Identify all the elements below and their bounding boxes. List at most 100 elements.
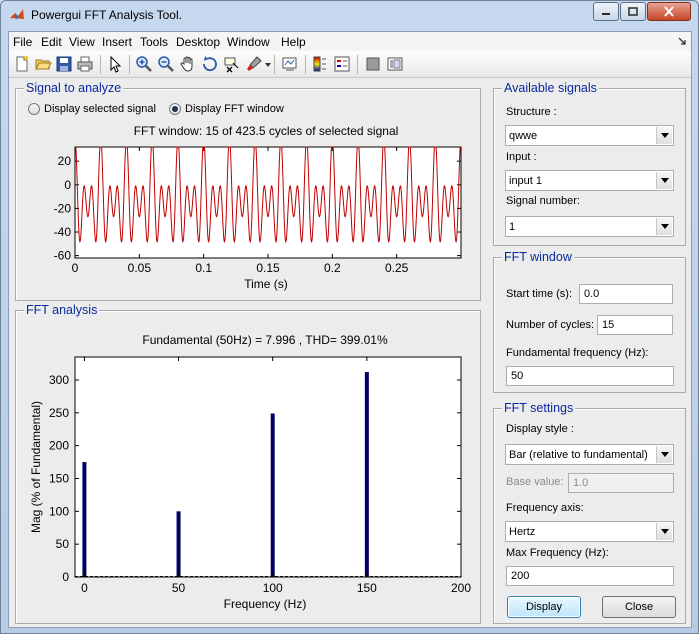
x-tick-label: 0 bbox=[81, 581, 88, 595]
frequency-axis-label: Frequency axis: bbox=[506, 502, 584, 514]
fft-tool-window: Powergui FFT Analysis Tool. File Edit Vi… bbox=[0, 0, 699, 634]
open-folder-icon[interactable] bbox=[34, 55, 52, 73]
signal-number-label: Signal number: bbox=[506, 195, 580, 207]
signal-to-analyze-panel: Signal to analyze Display selected signa… bbox=[15, 81, 481, 301]
chevron-down-icon bbox=[656, 446, 672, 463]
menu-insert[interactable]: Insert bbox=[102, 35, 132, 49]
fft-x-label: Frequency (Hz) bbox=[224, 597, 307, 611]
menu-view[interactable]: View bbox=[69, 35, 95, 49]
fft-bar bbox=[176, 511, 181, 577]
start-time-label: Start time (s): bbox=[506, 288, 573, 300]
maximize-button[interactable] bbox=[620, 2, 646, 21]
hide-plot-tools-icon[interactable] bbox=[364, 55, 382, 73]
y-tick-label: 20 bbox=[58, 154, 72, 168]
fft-analysis-panel: FFT analysis Fundamental (50Hz) = 7.996 … bbox=[15, 303, 481, 624]
max-frequency-label: Max Frequency (Hz): bbox=[506, 547, 609, 559]
title-bar[interactable]: Powergui FFT Analysis Tool. bbox=[1, 1, 698, 29]
brush-icon[interactable] bbox=[245, 55, 263, 73]
x-tick-label: 200 bbox=[451, 581, 471, 595]
matlab-logo-icon bbox=[10, 9, 24, 20]
display-fft-window-radio[interactable] bbox=[169, 103, 181, 115]
time-signal-plot[interactable]: FFT window: 15 of 423.5 cycles of select… bbox=[16, 119, 480, 299]
rotate-icon[interactable] bbox=[201, 55, 219, 73]
link-plot-icon[interactable] bbox=[281, 55, 299, 73]
fft-spectrum-plot[interactable]: Fundamental (50Hz) = 7.996 , THD= 399.01… bbox=[16, 325, 480, 621]
display-style-select[interactable]: Bar (relative to fundamental) bbox=[505, 444, 674, 465]
x-tick-label: 0 bbox=[72, 261, 79, 275]
menu-help[interactable]: Help bbox=[281, 35, 306, 49]
pan-hand-icon[interactable] bbox=[179, 55, 197, 73]
pointer-icon[interactable] bbox=[106, 55, 124, 73]
maximize-icon bbox=[628, 7, 638, 16]
x-tick-label: 150 bbox=[357, 581, 377, 595]
signal-number-value: 1 bbox=[509, 221, 516, 233]
fft-panel-title: FFT analysis bbox=[24, 303, 100, 317]
minimize-button[interactable] bbox=[593, 2, 619, 21]
show-plot-tools-icon[interactable] bbox=[386, 55, 404, 73]
window-title: Powergui FFT Analysis Tool. bbox=[31, 8, 182, 22]
cycles-label: Number of cycles: bbox=[506, 319, 595, 331]
chevron-down-icon bbox=[656, 523, 672, 540]
menu-tools[interactable]: Tools bbox=[140, 35, 168, 49]
fft-y-label: Mag (% of Fundamental) bbox=[29, 401, 43, 533]
display-style-label: Display style : bbox=[506, 423, 574, 435]
chevron-down-icon bbox=[656, 172, 672, 189]
x-tick-label: 50 bbox=[172, 581, 186, 595]
fft-window-panel: FFT window Start time (s): 0.0 Number of… bbox=[493, 250, 686, 393]
dock-arrow-icon[interactable] bbox=[678, 37, 687, 46]
minimize-icon bbox=[602, 12, 610, 15]
display-selected-signal-radio[interactable] bbox=[28, 103, 40, 115]
display-selected-signal-label[interactable]: Display selected signal bbox=[44, 103, 156, 115]
display-button[interactable]: Display bbox=[507, 596, 581, 618]
chevron-down-icon bbox=[656, 127, 672, 144]
menu-file[interactable]: File bbox=[13, 35, 32, 49]
x-tick-label: 100 bbox=[263, 581, 283, 595]
start-time-input[interactable]: 0.0 bbox=[579, 284, 673, 304]
fft-bar bbox=[270, 413, 275, 577]
print-icon[interactable] bbox=[76, 55, 94, 73]
x-tick-label: 0.1 bbox=[195, 261, 212, 275]
max-frequency-input[interactable]: 200 bbox=[506, 566, 674, 586]
display-style-value: Bar (relative to fundamental) bbox=[509, 449, 648, 461]
menu-window[interactable]: Window bbox=[227, 35, 270, 49]
signal-panel-title: Signal to analyze bbox=[24, 81, 124, 95]
toolbar-separator bbox=[129, 55, 130, 74]
base-value-label: Base value: bbox=[506, 476, 564, 488]
y-tick-label: 100 bbox=[49, 504, 69, 518]
save-icon[interactable] bbox=[55, 55, 73, 73]
y-tick-label: -20 bbox=[54, 201, 72, 215]
toolbar bbox=[9, 51, 691, 78]
chevron-down-icon[interactable] bbox=[265, 63, 271, 68]
close-window-button[interactable] bbox=[647, 2, 691, 21]
data-cursor-icon[interactable] bbox=[223, 55, 241, 73]
available-signals-panel: Available signals Structure : qwwe Input… bbox=[493, 81, 686, 246]
zoom-in-icon[interactable] bbox=[135, 55, 153, 73]
structure-value: qwwe bbox=[509, 130, 538, 142]
chevron-down-icon bbox=[656, 218, 672, 235]
available-signals-title: Available signals bbox=[502, 81, 599, 95]
menu-edit[interactable]: Edit bbox=[41, 35, 62, 49]
zoom-out-icon[interactable] bbox=[157, 55, 175, 73]
close-button[interactable]: Close bbox=[602, 596, 676, 618]
signal-number-select[interactable]: 1 bbox=[505, 216, 674, 237]
time-plot-title: FFT window: 15 of 423.5 cycles of select… bbox=[134, 124, 399, 138]
display-fft-window-label[interactable]: Display FFT window bbox=[185, 103, 284, 115]
frequency-axis-select[interactable]: Hertz bbox=[505, 521, 674, 542]
x-tick-label: 0.25 bbox=[385, 261, 409, 275]
toolbar-separator bbox=[357, 55, 358, 74]
input-select[interactable]: input 1 bbox=[505, 170, 674, 191]
fund-freq-input[interactable]: 50 bbox=[506, 366, 674, 386]
cycles-input[interactable]: 15 bbox=[597, 315, 673, 335]
menu-desktop[interactable]: Desktop bbox=[176, 35, 220, 49]
new-file-icon[interactable] bbox=[13, 55, 31, 73]
time-x-label: Time (s) bbox=[244, 277, 288, 291]
x-tick-label: 0.15 bbox=[256, 261, 280, 275]
input-value: input 1 bbox=[509, 175, 543, 187]
colorbar-icon[interactable] bbox=[311, 55, 329, 73]
legend-icon[interactable] bbox=[333, 55, 351, 73]
structure-select[interactable]: qwwe bbox=[505, 125, 674, 146]
fund-freq-label: Fundamental frequency (Hz): bbox=[506, 347, 649, 359]
y-tick-label: -60 bbox=[54, 249, 72, 263]
y-tick-label: 250 bbox=[49, 406, 69, 420]
close-icon bbox=[664, 6, 674, 17]
